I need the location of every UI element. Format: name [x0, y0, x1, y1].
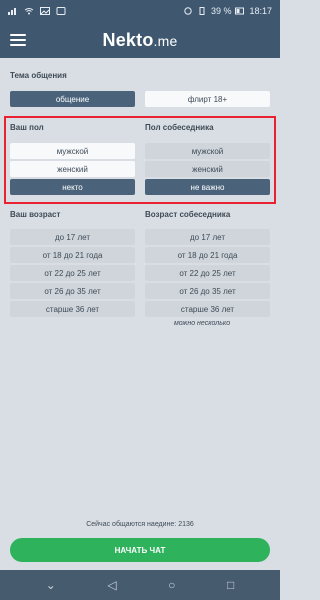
your-age-option[interactable]: от 22 до 25 лет — [10, 265, 135, 281]
notification-icon — [56, 7, 66, 15]
wifi-icon — [24, 8, 34, 15]
your-age-option[interactable]: от 26 до 35 лет — [10, 283, 135, 299]
recents-icon[interactable]: □ — [227, 578, 234, 592]
partner-age-title: Возраст собеседника — [145, 210, 231, 219]
vibrate-icon — [199, 7, 205, 15]
your-age-title: Ваш возраст — [10, 210, 61, 219]
logo-main: Nekto — [102, 29, 154, 50]
partner-gender-any[interactable]: не важно — [145, 179, 270, 195]
partner-age-option[interactable]: до 17 лет — [145, 229, 270, 245]
battery-icon — [235, 7, 245, 15]
alarm-icon — [184, 7, 192, 15]
battery-percent: 39 % — [210, 6, 232, 16]
partner-age-option[interactable]: от 26 до 35 лет — [145, 283, 270, 299]
your-age-option[interactable]: до 17 лет — [10, 229, 135, 245]
app-logo: Nekto.me — [103, 30, 178, 51]
topic-title: Тема общения — [10, 71, 67, 80]
online-count-text: Сейчас общаются наедине: 2136 — [86, 521, 194, 528]
start-chat-button[interactable]: НАЧАТЬ ЧАТ — [10, 538, 270, 562]
clock: 18:17 — [249, 6, 272, 16]
chevron-down-icon[interactable]: ⌄ — [46, 578, 56, 592]
topic-option-flirt[interactable]: флирт 18+ — [145, 91, 270, 107]
android-nav-bar: ⌄ ◁ ○ □ — [0, 570, 280, 600]
your-gender-male[interactable]: мужской — [10, 143, 135, 159]
status-left-icons — [8, 7, 66, 15]
partner-age-option[interactable]: от 22 до 25 лет — [145, 265, 270, 281]
partner-age-option[interactable]: старше 36 лет — [145, 301, 270, 317]
partner-age-option[interactable]: от 18 до 21 года — [145, 247, 270, 263]
app-header: Nekto.me — [0, 22, 280, 58]
your-gender-someone[interactable]: некто — [10, 179, 135, 195]
partner-gender-title: Пол собеседника — [145, 123, 214, 132]
logo-suffix: .me — [153, 32, 178, 49]
image-icon — [40, 7, 50, 15]
home-icon[interactable]: ○ — [168, 578, 175, 592]
menu-icon[interactable] — [10, 31, 26, 49]
status-bar: 39 % 18:17 — [0, 0, 280, 22]
back-icon[interactable]: ◁ — [107, 578, 116, 592]
partner-gender-male[interactable]: мужской — [145, 143, 270, 159]
your-age-option[interactable]: от 18 до 21 года — [10, 247, 135, 263]
your-age-option[interactable]: старше 36 лет — [10, 301, 135, 317]
your-gender-female[interactable]: женский — [10, 161, 135, 177]
your-gender-title: Ваш пол — [10, 123, 44, 132]
multi-select-note: можно несколько — [174, 320, 231, 327]
partner-gender-female[interactable]: женский — [145, 161, 270, 177]
sim-icon — [8, 8, 16, 15]
topic-option-chat[interactable]: общение — [10, 91, 135, 107]
